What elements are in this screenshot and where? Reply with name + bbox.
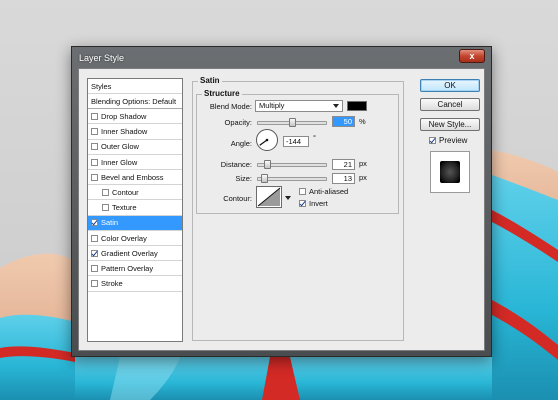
- checkbox-icon[interactable]: [91, 264, 98, 272]
- distance-label: Distance:: [220, 160, 252, 169]
- chevron-down-icon: [333, 104, 339, 108]
- angle-indicator: [259, 138, 269, 146]
- styles-item-label: Drop Shadow: [101, 111, 147, 121]
- preview-checkbox[interactable]: Preview: [429, 136, 467, 145]
- checkbox-icon[interactable]: [429, 137, 436, 144]
- opacity-unit: %: [359, 117, 366, 126]
- opacity-slider-thumb[interactable]: [288, 118, 296, 127]
- styles-item-contour[interactable]: Contour: [88, 185, 182, 201]
- contour-picker[interactable]: [256, 186, 282, 208]
- cancel-button[interactable]: Cancel: [420, 98, 480, 111]
- styles-item-label: Color Overlay: [101, 233, 147, 243]
- angle-dial[interactable]: [256, 129, 278, 151]
- anti-aliased-checkbox[interactable]: Anti-aliased: [299, 187, 348, 196]
- close-icon: x: [469, 51, 475, 61]
- styles-item-pattern-overlay[interactable]: Pattern Overlay: [88, 261, 182, 277]
- contour-dropdown-icon[interactable]: [285, 196, 291, 200]
- contour-label: Contour:: [223, 194, 252, 203]
- structure-group-title: Structure: [202, 89, 242, 98]
- styles-item-label: Gradient Overlay: [101, 248, 158, 258]
- distance-slider[interactable]: [257, 160, 327, 169]
- blend-mode-value: Multiply: [259, 101, 285, 110]
- styles-item-label: Texture: [112, 203, 137, 213]
- styles-item-inner-shadow[interactable]: Inner Shadow: [88, 125, 182, 140]
- angle-input[interactable]: -144: [283, 136, 309, 147]
- styles-item-inner-glow[interactable]: Inner Glow: [88, 155, 182, 170]
- styles-item-satin[interactable]: Satin: [88, 215, 182, 231]
- checkbox-icon[interactable]: [299, 188, 306, 195]
- styles-list: Styles Blending Options: Default Drop Shad…: [87, 78, 183, 342]
- checkbox-icon[interactable]: [91, 249, 98, 257]
- size-slider[interactable]: [257, 174, 327, 183]
- checkbox-icon[interactable]: [91, 280, 98, 288]
- styles-item-label: Outer Glow: [101, 142, 139, 152]
- size-label: Size:: [235, 174, 252, 183]
- styles-item-label: Bevel and Emboss: [101, 172, 164, 182]
- styles-item-drop-shadow[interactable]: Drop Shadow: [88, 109, 182, 125]
- size-slider-thumb[interactable]: [261, 174, 269, 183]
- opacity-label: Opacity:: [224, 118, 252, 127]
- size-input[interactable]: 13: [332, 173, 355, 184]
- styles-item-gradient-overlay[interactable]: Gradient Overlay: [88, 246, 182, 262]
- styles-item-label: Styles: [91, 81, 112, 91]
- layer-style-dialog: Layer Style x Styles Blending Options: De…: [71, 46, 492, 357]
- styles-item-blending-options-default[interactable]: Blending Options: Default: [88, 94, 182, 110]
- styles-item-bevel-and-emboss[interactable]: Bevel and Emboss: [88, 170, 182, 186]
- styles-item-label: Pattern Overlay: [101, 263, 154, 273]
- anti-aliased-label: Anti-aliased: [309, 187, 349, 196]
- new-style-button[interactable]: New Style...: [420, 118, 480, 131]
- checkbox-icon[interactable]: [91, 128, 98, 136]
- angle-label: Angle:: [230, 139, 252, 148]
- size-unit: px: [359, 173, 367, 182]
- styles-item-styles[interactable]: Styles: [88, 79, 182, 94]
- styles-item-label: Blending Options: Default: [91, 96, 177, 106]
- invert-checkbox[interactable]: Invert: [299, 199, 328, 208]
- title-bar[interactable]: Layer Style x: [72, 47, 491, 68]
- styles-item-label: Contour: [112, 187, 139, 197]
- opacity-slider[interactable]: [257, 118, 327, 127]
- opacity-input[interactable]: 50: [332, 116, 355, 127]
- close-button[interactable]: x: [459, 49, 485, 63]
- preview-swatch-icon: [440, 161, 460, 183]
- styles-item-color-overlay[interactable]: Color Overlay: [88, 231, 182, 246]
- angle-unit: °: [313, 133, 316, 142]
- ok-button[interactable]: OK: [420, 79, 480, 92]
- styles-item-outer-glow[interactable]: Outer Glow: [88, 140, 182, 155]
- satin-color-swatch[interactable]: [347, 101, 367, 111]
- checkbox-icon[interactable]: [91, 219, 98, 227]
- checkbox-icon[interactable]: [102, 204, 109, 212]
- distance-unit: px: [359, 159, 367, 168]
- invert-label: Invert: [309, 199, 328, 208]
- checkbox-icon[interactable]: [91, 173, 98, 181]
- style-preview-thumbnail: [430, 151, 470, 193]
- checkbox-icon[interactable]: [91, 158, 98, 166]
- checkbox-icon[interactable]: [299, 200, 306, 207]
- checkbox-icon[interactable]: [91, 234, 98, 242]
- styles-item-label: Stroke: [101, 279, 123, 289]
- styles-item-label: Inner Glow: [101, 157, 138, 167]
- checkbox-icon[interactable]: [102, 188, 109, 196]
- styles-item-label: Satin: [101, 218, 119, 228]
- window-title: Layer Style: [79, 53, 125, 63]
- contour-curve-icon: [257, 187, 281, 207]
- blend-mode-select[interactable]: Multiply: [255, 100, 343, 112]
- distance-slider-thumb[interactable]: [264, 160, 272, 169]
- checkbox-icon[interactable]: [91, 143, 98, 151]
- angle-center-dot: [265, 138, 269, 142]
- preview-label: Preview: [439, 136, 468, 145]
- blend-mode-label: Blend Mode:: [209, 102, 252, 111]
- styles-item-stroke[interactable]: Stroke: [88, 277, 182, 292]
- checkbox-icon[interactable]: [91, 112, 98, 120]
- dialog-body: Styles Blending Options: Default Drop Shad…: [78, 68, 485, 351]
- angle-needle: [259, 139, 268, 146]
- styles-item-label: Inner Shadow: [101, 127, 148, 137]
- distance-input[interactable]: 21: [332, 159, 355, 170]
- satin-group-title: Satin: [198, 76, 222, 85]
- styles-item-texture[interactable]: Texture: [88, 201, 182, 216]
